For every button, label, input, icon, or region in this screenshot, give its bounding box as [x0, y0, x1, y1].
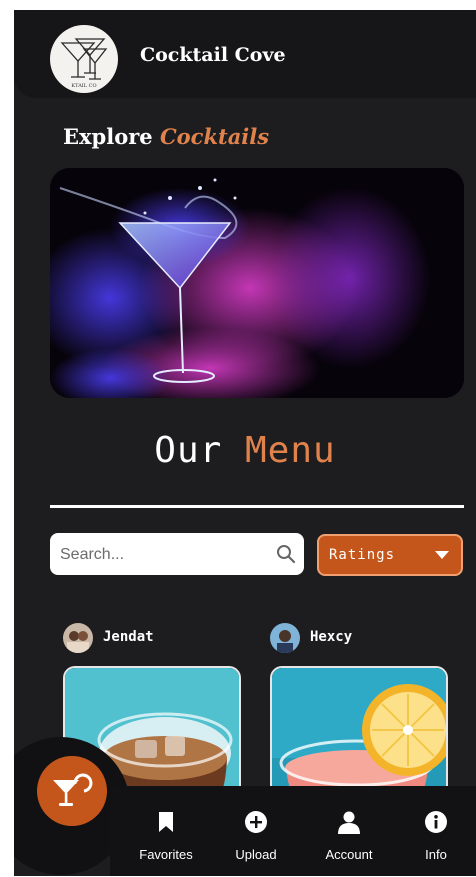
user-icon — [338, 811, 360, 834]
divider — [50, 505, 464, 508]
search-box — [50, 533, 304, 577]
cocktail-glass-icon — [53, 773, 93, 806]
ratings-filter-label: Ratings — [329, 547, 396, 563]
martini-glasses-logo-icon: KTAIL CO — [60, 38, 108, 89]
app-header: KTAIL CO Cocktail Cove — [14, 10, 476, 98]
ratings-filter-select[interactable]: Ratings — [317, 534, 463, 576]
cocktail-card-pink-lemonade[interactable] — [270, 666, 448, 806]
nav-label-info: Info — [425, 847, 447, 862]
info-icon — [425, 811, 447, 833]
menu-word-2: Menu — [245, 430, 336, 471]
explore-heading: Explore Cocktails — [63, 124, 269, 149]
nav-item-upload[interactable]: Upload — [226, 786, 286, 876]
nav-item-info[interactable]: Info — [418, 786, 454, 876]
caret-down-icon — [435, 551, 449, 559]
nav-label-favorites: Favorites — [139, 847, 193, 862]
explore-accent: Cocktails — [159, 124, 270, 149]
nav-label-account: Account — [325, 847, 373, 862]
menu-heading: Our Menu — [14, 430, 476, 471]
app-title: Cocktail Cove — [140, 44, 286, 66]
hero-cocktail-image — [50, 168, 464, 398]
plus-circle-icon — [245, 811, 267, 833]
logo-text: KTAIL CO — [71, 83, 96, 89]
nav-label-upload: Upload — [235, 847, 277, 862]
nav-item-account[interactable]: Account — [318, 786, 380, 876]
app-screen: KTAIL CO Cocktail Cove Explore Cocktails — [14, 10, 476, 876]
menu-word-1: Our — [154, 430, 223, 471]
explore-prefix: Explore — [63, 124, 153, 149]
cocktail-logo[interactable]: KTAIL CO — [50, 25, 118, 93]
nav-item-favorites[interactable]: Favorites — [132, 786, 200, 876]
search-icon[interactable] — [276, 544, 296, 564]
home-cocktail-button[interactable] — [37, 756, 107, 826]
avatar — [63, 623, 93, 653]
bottom-nav: Favorites Upload Account Info — [110, 786, 476, 876]
avatar — [270, 623, 300, 653]
post-author-name: Hexcy — [310, 629, 353, 645]
bookmark-icon — [159, 812, 173, 832]
post-author-name: Jendat — [103, 629, 154, 645]
search-input[interactable] — [58, 533, 272, 577]
